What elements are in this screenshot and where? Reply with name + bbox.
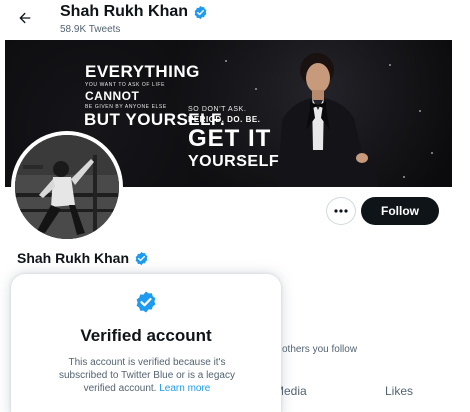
more-options-button[interactable] xyxy=(326,197,356,225)
profile-name-text: Shah Rukh Khan xyxy=(17,250,130,266)
banner-line-cannot: CANNOT xyxy=(85,89,140,103)
follow-button[interactable]: Follow xyxy=(361,197,439,225)
header-title: Shah Rukh Khan xyxy=(60,3,208,21)
verified-badge-icon xyxy=(194,5,207,19)
popover-title: Verified account xyxy=(80,326,212,345)
popover-body: This account is verified because it's su… xyxy=(47,356,247,395)
arrow-left-icon xyxy=(19,12,31,24)
ellipsis-icon xyxy=(334,209,348,213)
banner-line-everything: EVERYTHING xyxy=(85,62,200,81)
tab-likes[interactable]: Likes xyxy=(385,384,413,398)
banner-right-yourself: YOURSELF xyxy=(188,153,280,170)
profile-avatar[interactable] xyxy=(11,131,123,243)
profile-name: Shah Rukh Khan xyxy=(17,250,149,266)
header-name-text: Shah Rukh Khan xyxy=(60,3,189,20)
banner-line-small-1: YOU WANT TO ASK OF LIFE xyxy=(85,82,166,88)
banner-right-big: GET IT xyxy=(188,125,272,152)
banner-right-small: SO DON'T ASK. xyxy=(188,106,247,113)
avatar-photo xyxy=(15,135,119,239)
verified-badge-icon[interactable] xyxy=(134,251,149,266)
learn-more-link[interactable]: Learn more xyxy=(159,383,210,394)
tweet-count: 58.9K Tweets xyxy=(60,24,121,35)
banner-right-line2: PERIOD. DO. BE. xyxy=(188,115,261,124)
back-button[interactable] xyxy=(14,7,36,29)
banner-person-image xyxy=(278,53,378,187)
profile-header: Shah Rukh Khan 58.9K Tweets xyxy=(0,0,470,40)
verified-account-popover: Verified account This account is verifie… xyxy=(11,274,281,412)
verified-badge-icon xyxy=(136,291,156,313)
followers-you-follow-text[interactable]: others you follow xyxy=(282,344,357,355)
